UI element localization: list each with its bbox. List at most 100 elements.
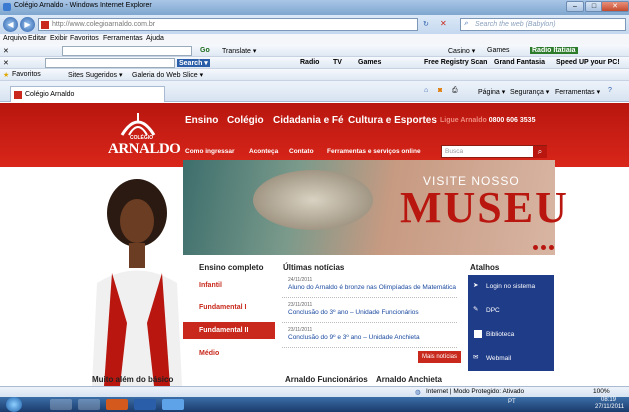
taskbar-ie-icon[interactable]: [162, 399, 184, 410]
site-search-button[interactable]: ⌕: [533, 146, 547, 158]
shortcut-biblioteca[interactable]: Biblioteca: [468, 323, 554, 347]
subnav-aconteca[interactable]: Aconteça: [249, 148, 278, 155]
status-bar: ◍ Internet | Modo Protegido: Ativado 100…: [0, 386, 629, 397]
forward-button[interactable]: ▶: [20, 17, 35, 32]
language-indicator[interactable]: PT: [508, 399, 516, 405]
ensino-fundamental-2-link[interactable]: Fundamental II: [183, 322, 275, 339]
banner-dot[interactable]: [541, 245, 546, 250]
ie-icon: [3, 3, 11, 11]
close-toolbar-2-icon[interactable]: ✕: [3, 59, 9, 67]
shortcut-dpc[interactable]: ✎ DPC: [468, 299, 554, 323]
mail-icon: ✉: [473, 354, 479, 361]
games-button[interactable]: Games: [487, 47, 510, 54]
translate-button[interactable]: Translate ▾: [222, 47, 256, 55]
clock-date[interactable]: 27/11/2011: [595, 404, 624, 410]
ensino-infantil-link[interactable]: Infantil: [183, 277, 271, 294]
go-button[interactable]: Go: [200, 47, 210, 54]
nav-colegio[interactable]: Colégio: [227, 115, 264, 126]
taskbar-media-icon[interactable]: [50, 399, 72, 410]
grand-fantasia-button[interactable]: Grand Fantasia: [494, 59, 545, 66]
tab-row: Colégio Arnaldo ⌂ ◙ ⎙ Página ▾ Segurança…: [0, 81, 629, 102]
museum-banner[interactable]: VISITE NOSSO MUSEU: [183, 160, 567, 255]
back-button[interactable]: ◀: [3, 17, 18, 32]
radio-itatiaia-button[interactable]: Radio Itatiaia: [530, 47, 578, 54]
casino-button[interactable]: Casino ▾: [448, 47, 475, 55]
phone-label: Ligue Arnaldo: [440, 117, 487, 124]
tools-menu[interactable]: Ferramentas ▾: [555, 88, 600, 96]
menu-ferramentas[interactable]: Ferramentas: [103, 35, 143, 42]
menu-favoritos[interactable]: Favoritos: [70, 35, 99, 42]
toolbar-search-button[interactable]: Search ▾: [177, 59, 210, 67]
close-toolbar-icon[interactable]: ✕: [3, 47, 9, 55]
site-logo[interactable]: COLÉGIO ARNALDO: [108, 113, 181, 157]
tv-button[interactable]: TV: [333, 59, 342, 66]
web-slice-gallery-link[interactable]: Galeria do Web Slice ▾: [132, 71, 203, 79]
banner-dot[interactable]: [533, 245, 538, 250]
windows-taskbar: PT 08:19 27/11/2011: [0, 397, 629, 412]
favorites-bar: ★ Favoritos Sites Sugeridos ▾ Galeria do…: [0, 69, 629, 81]
stop-icon[interactable]: ✕: [440, 19, 447, 28]
subnav-ferramentas[interactable]: Ferramentas e serviços online: [327, 148, 421, 155]
banner-animal-image: [253, 170, 373, 230]
ensino-medio-link[interactable]: Médio: [183, 345, 271, 362]
tab-colegio-arnaldo[interactable]: Colégio Arnaldo: [10, 86, 165, 102]
news-item[interactable]: 23/11/2011 Conclusão do 9º e 3º ano – Un…: [282, 324, 457, 348]
games-button-2[interactable]: Games: [358, 59, 381, 66]
news-item[interactable]: 24/11/2011 Aluno do Arnaldo é bronze nas…: [282, 274, 457, 298]
start-button[interactable]: [6, 397, 22, 412]
home-icon[interactable]: ⌂: [424, 87, 428, 94]
window-title-bar: Colégio Arnaldo - Windows Internet Explo…: [0, 0, 629, 15]
shortcut-webmail[interactable]: ✉ Webmail: [468, 347, 554, 371]
menu-editar[interactable]: Editar: [28, 35, 46, 42]
toolbar-search-input[interactable]: [62, 46, 192, 56]
close-button[interactable]: ✕: [601, 1, 629, 12]
speed-up-button[interactable]: Speed UP your PC!: [556, 59, 620, 66]
feeds-icon[interactable]: ◙: [438, 87, 442, 94]
section-anchieta: Arnaldo Anchieta: [376, 375, 442, 384]
ensino-fundamental-1-link[interactable]: Fundamental I: [183, 299, 271, 316]
help-icon[interactable]: ?: [608, 87, 612, 94]
menu-exibir[interactable]: Exibir: [50, 35, 68, 42]
menu-ajuda[interactable]: Ajuda: [146, 35, 164, 42]
site-search-input[interactable]: Busca ⌕: [441, 145, 547, 158]
news-date: 24/11/2011: [288, 277, 313, 283]
more-news-button[interactable]: Mais notícias: [418, 351, 461, 363]
taskbar-word-icon[interactable]: [134, 399, 156, 410]
tab-label: Colégio Arnaldo: [25, 91, 75, 98]
news-item[interactable]: 23/11/2011 Conclusão do 3º ano – Unidade…: [282, 299, 457, 323]
registry-scan-button[interactable]: Free Registry Scan: [424, 59, 487, 66]
clock-time[interactable]: 08:19: [601, 397, 616, 403]
security-zone[interactable]: Internet | Modo Protegido: Ativado: [426, 388, 524, 395]
taskbar-explorer-icon[interactable]: [78, 399, 100, 410]
safety-menu[interactable]: Segurança ▾: [510, 88, 549, 96]
refresh-icon[interactable]: ↻: [423, 20, 429, 28]
cursor-icon: ➤: [473, 282, 479, 289]
nav-cidadania[interactable]: Cidadania e Fé: [273, 115, 344, 126]
subnav-contato[interactable]: Contato: [289, 148, 314, 155]
banner-dot[interactable]: [549, 245, 554, 250]
minimize-button[interactable]: –: [566, 1, 584, 12]
subnav-como-ingressar[interactable]: Como ingressar: [185, 148, 235, 155]
news-date: 23/11/2011: [288, 302, 313, 308]
globe-icon: ◍: [415, 389, 421, 396]
print-icon[interactable]: ⎙: [452, 87, 458, 95]
url-field[interactable]: http://www.colegioarnaldo.com.br: [38, 18, 418, 31]
menu-arquivo[interactable]: Arquivo: [3, 35, 27, 42]
sites-sugeridos-link[interactable]: Sites Sugeridos ▾: [68, 71, 123, 79]
shortcut-login[interactable]: ➤ Login no sistema: [468, 275, 554, 299]
radio-button[interactable]: Radio: [300, 59, 319, 66]
site-favicon: [41, 21, 49, 29]
section-funcionarios: Arnaldo Funcionários: [285, 375, 368, 384]
zoom-level[interactable]: 100%: [593, 388, 610, 395]
nav-ensino[interactable]: Ensino: [185, 115, 218, 126]
nav-cultura[interactable]: Cultura e Esportes: [348, 115, 437, 126]
banner-title: MUSEU: [400, 183, 569, 232]
search-placeholder: Search the web (Babylon): [475, 21, 556, 28]
tab-favicon: [14, 91, 22, 99]
toolbar-2-search-input[interactable]: [45, 58, 175, 68]
favoritos-button[interactable]: Favoritos: [12, 71, 41, 78]
search-box[interactable]: ⌕ Search the web (Babylon): [460, 18, 626, 31]
section-muito-alem: Muito além do básico: [92, 375, 174, 384]
page-menu[interactable]: Página ▾: [478, 88, 505, 96]
taskbar-powerpoint-icon[interactable]: [106, 399, 128, 410]
